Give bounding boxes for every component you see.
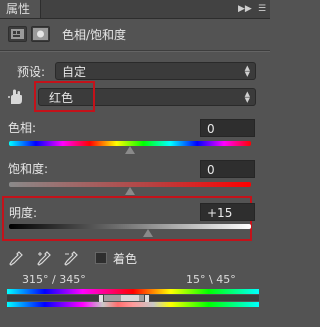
dropdown-arrows-icon: ▲ ▼ [244,64,250,78]
panel-title: 色相/饱和度 [62,28,127,42]
hand-target-icon[interactable] [7,88,25,106]
colorize-checkbox[interactable] [95,252,107,264]
hue-input[interactable]: 0 [200,119,255,137]
divider [0,51,270,52]
source-color-bar [7,289,259,294]
eyedropper-minus-icon[interactable] [64,251,78,267]
annotation-box-channel [34,81,95,112]
range-center [121,295,139,301]
colorize-label: 着色 [113,252,138,266]
hue-label: 色相: [8,121,37,135]
range-left-readout: 315° / 345° [22,273,86,286]
mask-icon[interactable] [31,26,50,42]
saturation-input[interactable]: 0 [200,160,255,178]
eyedropper-plus-icon[interactable] [37,251,51,267]
saturation-label: 饱和度: [8,162,49,176]
preset-label: 预设: [17,65,46,79]
tab-properties[interactable]: 属性 [0,0,42,18]
adjusted-color-bar [7,302,259,307]
lightness-slider-thumb[interactable] [143,229,154,237]
preset-value: 自定 [62,65,87,79]
dropdown-arrows-icon: ▲ ▼ [244,90,250,104]
lightness-input[interactable]: +15 [200,203,255,221]
preset-dropdown[interactable]: 自定 ▲ ▼ [55,62,256,80]
lightness-track [9,224,251,229]
adjustment-layer-icon[interactable] [8,26,27,42]
eyedropper-icon[interactable] [9,251,23,267]
saturation-slider-thumb[interactable] [125,187,135,195]
hue-slider-thumb[interactable] [125,146,135,154]
range-right-readout: 15° \ 45° [186,273,236,286]
lightness-label: 明度: [9,206,38,220]
collapse-icon[interactable]: ▶▶ [238,3,252,15]
range-slider-track[interactable] [7,294,259,304]
panel-menu-icon[interactable]: ☰ [256,3,268,15]
panel-tab-bar: 属性 ▶▶ ☰ [0,0,270,19]
